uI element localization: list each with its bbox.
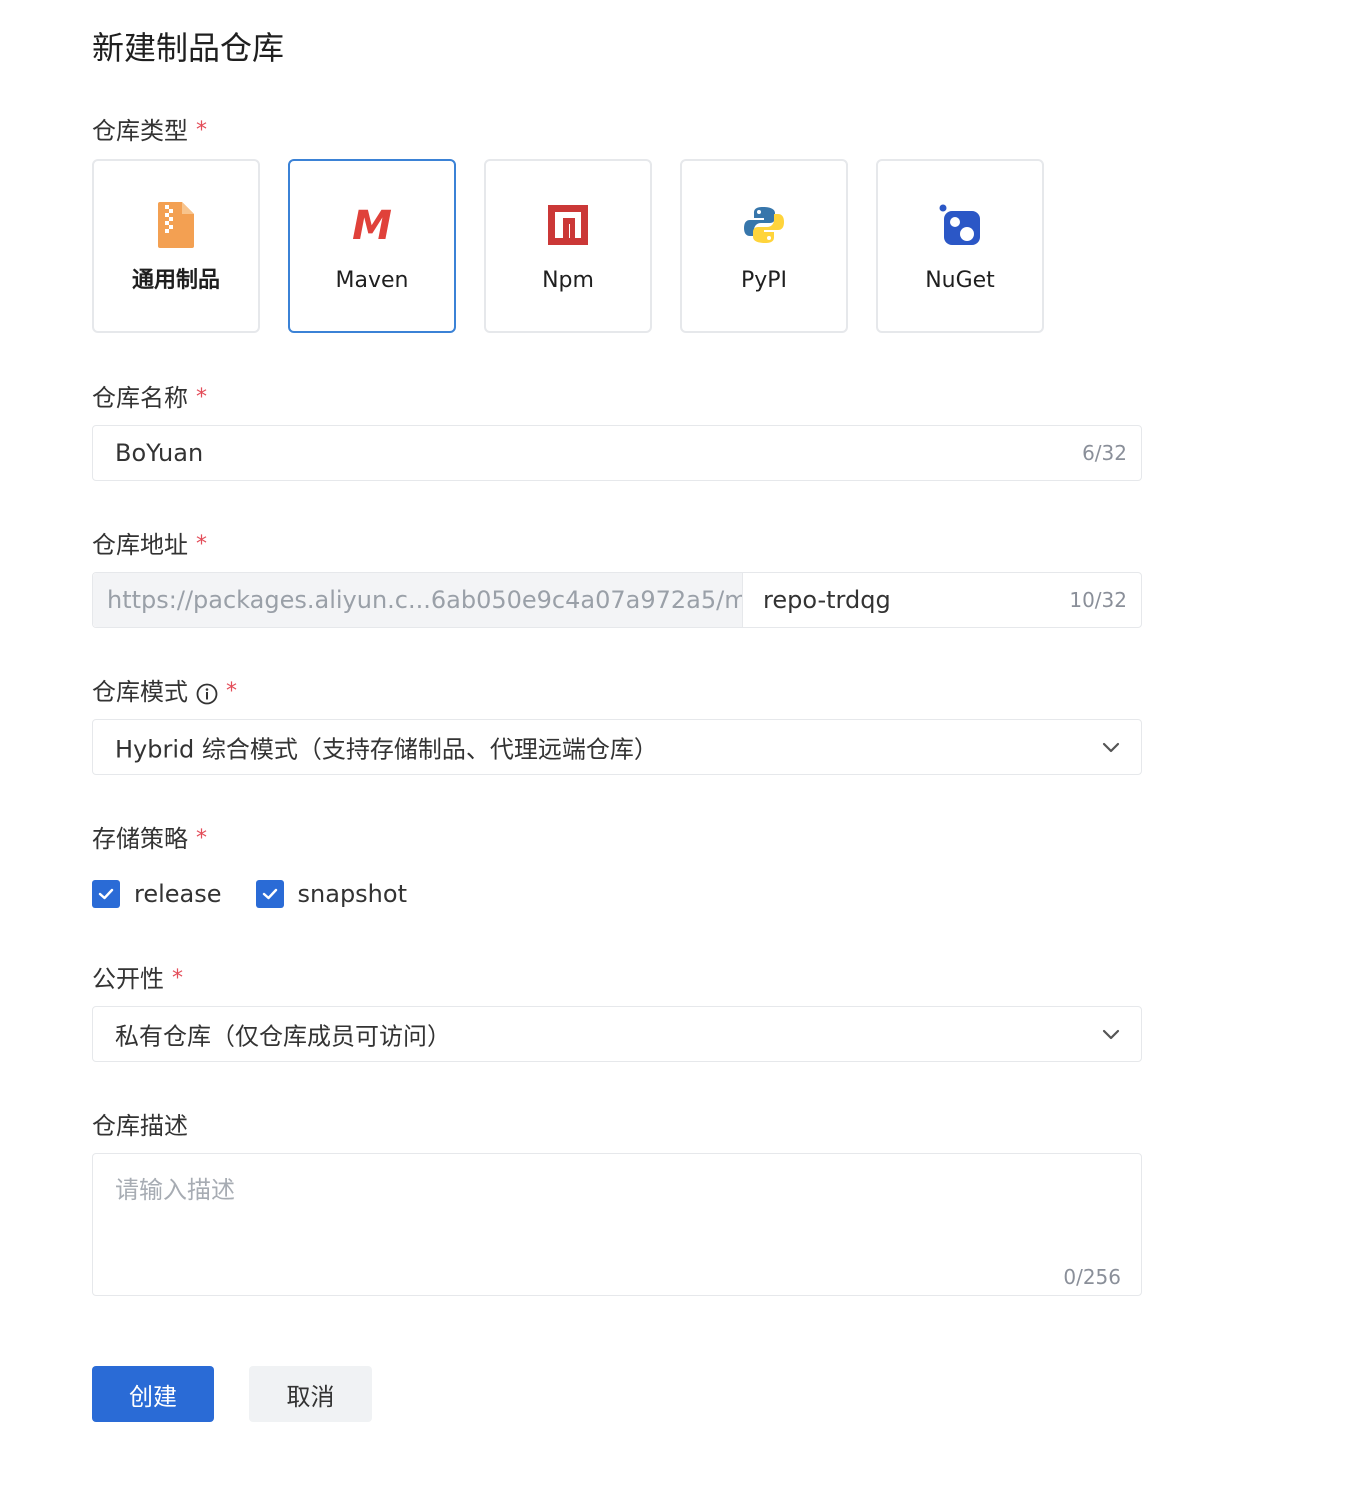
repo-mode-label-text: 仓库模式 — [92, 678, 188, 706]
repo-type-card-maven[interactable]: M Maven — [288, 159, 456, 333]
python-icon — [742, 201, 786, 249]
visibility-value: 私有仓库（仅仓库成员可访问） — [115, 1022, 451, 1051]
required-mark: * — [196, 118, 207, 143]
checkbox-checked-icon[interactable] — [92, 880, 120, 908]
description-textarea[interactable]: 请输入描述 0/256 — [92, 1153, 1142, 1296]
repo-type-label-generic: 通用制品 — [131, 268, 220, 293]
repo-name-input[interactable]: BoYuan 6/32 — [92, 425, 1142, 481]
description-placeholder: 请输入描述 — [115, 1176, 235, 1204]
required-mark: * — [196, 826, 207, 851]
visibility-select[interactable]: 私有仓库（仅仓库成员可访问） — [92, 1006, 1142, 1062]
repo-type-label-nuget: NuGet — [925, 268, 995, 293]
description-label: 仓库描述 — [92, 1110, 188, 1142]
repo-address-input-group: https://packages.aliyun.c...6ab050e9c4a0… — [92, 572, 1142, 628]
visibility-label: 公开性 * — [92, 963, 183, 995]
svg-text:M: M — [352, 205, 392, 245]
chevron-down-icon — [1102, 742, 1120, 753]
repo-address-label: 仓库地址 * — [92, 529, 207, 561]
checkbox-release-label: release — [134, 880, 222, 908]
generic-file-icon — [154, 201, 198, 249]
repo-mode-value: Hybrid 综合模式（支持存储制品、代理远端仓库） — [115, 735, 658, 764]
storage-policy-label-text: 存储策略 — [92, 825, 188, 853]
checkbox-snapshot-label: snapshot — [297, 880, 407, 908]
repo-type-card-generic[interactable]: 通用制品 — [92, 159, 260, 333]
repo-mode-label: 仓库模式 * — [92, 676, 237, 708]
required-mark: * — [226, 679, 237, 704]
create-button[interactable]: 创建 — [92, 1366, 214, 1422]
required-mark: * — [196, 532, 207, 557]
checkbox-snapshot[interactable]: snapshot — [255, 880, 407, 908]
checkbox-checked-icon[interactable] — [255, 880, 284, 908]
repo-name-label: 仓库名称 * — [92, 382, 207, 414]
page-title: 新建制品仓库 — [92, 29, 285, 67]
repo-type-options: 通用制品 M Maven Npm PyPI NuGet — [92, 159, 1044, 333]
npm-icon — [546, 201, 590, 249]
info-icon[interactable] — [196, 681, 218, 705]
description-label-text: 仓库描述 — [92, 1112, 188, 1140]
required-mark: * — [172, 966, 183, 991]
repo-type-label: 仓库类型 * — [92, 115, 207, 147]
description-counter: 0/256 — [1063, 1265, 1121, 1289]
visibility-label-text: 公开性 — [92, 965, 164, 993]
repo-mode-select[interactable]: Hybrid 综合模式（支持存储制品、代理远端仓库） — [92, 719, 1142, 775]
maven-icon: M — [350, 201, 394, 249]
checkbox-release[interactable]: release — [92, 880, 222, 908]
repo-address-counter: 10/32 — [1069, 588, 1127, 612]
repo-type-card-nuget[interactable]: NuGet — [876, 159, 1044, 333]
repo-type-label-text: 仓库类型 — [92, 117, 188, 145]
repo-type-label-maven: Maven — [335, 268, 409, 293]
repo-name-counter: 6/32 — [1082, 441, 1127, 465]
storage-policy-options: release snapshot — [92, 880, 407, 908]
storage-policy-label: 存储策略 * — [92, 823, 207, 855]
repo-address-input[interactable]: repo-trdqg — [763, 586, 891, 614]
repo-type-card-npm[interactable]: Npm — [484, 159, 652, 333]
cancel-button[interactable]: 取消 — [249, 1366, 372, 1422]
chevron-down-icon — [1102, 1029, 1120, 1040]
repo-type-label-npm: Npm — [542, 268, 594, 293]
repo-name-label-text: 仓库名称 — [92, 384, 188, 412]
repo-address-label-text: 仓库地址 — [92, 531, 188, 559]
repo-type-label-pypi: PyPI — [740, 268, 788, 293]
required-mark: * — [196, 385, 207, 410]
repo-name-value: BoYuan — [115, 439, 204, 467]
repo-type-card-pypi[interactable]: PyPI — [680, 159, 848, 333]
repo-address-prefix: https://packages.aliyun.c...6ab050e9c4a0… — [93, 573, 743, 627]
nuget-icon — [938, 201, 982, 249]
